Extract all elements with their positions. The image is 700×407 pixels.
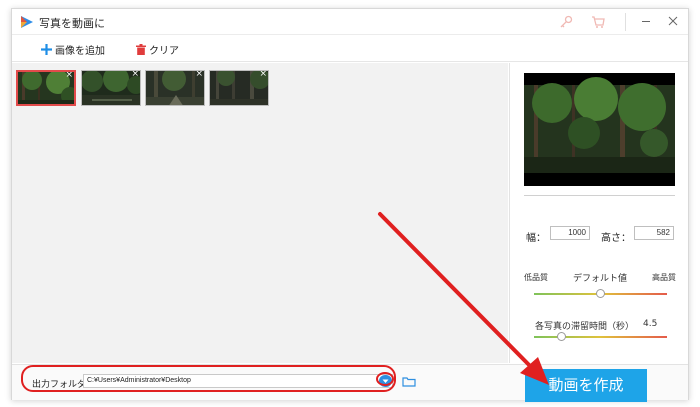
width-label: 幅： [526, 233, 546, 244]
quality-slider-handle[interactable] [596, 289, 605, 298]
window-title: 写真を動画に [39, 17, 105, 30]
preview-divider [524, 195, 675, 196]
trash-icon [136, 43, 146, 55]
quality-default-label: デフォルト値 [573, 274, 628, 284]
remove-thumbnail-icon[interactable]: × [131, 71, 139, 79]
remove-thumbnail-icon[interactable]: × [259, 71, 267, 79]
remove-thumbnail-icon[interactable]: × [195, 71, 203, 79]
output-path-field[interactable]: C:¥Users¥Administrator¥Desktop [83, 374, 393, 388]
height-input[interactable]: 582 [634, 226, 674, 240]
title-bar: 写真を動画に [12, 9, 688, 35]
clear-label: クリア [149, 45, 179, 57]
thumbnail[interactable]: × [209, 70, 269, 106]
quality-high-label: 高品質 [652, 273, 676, 282]
add-image-button[interactable]: 画像を追加 [41, 41, 105, 57]
toolbar: 画像を追加 クリア [12, 36, 688, 62]
duration-value: 4.5 [643, 319, 658, 329]
thumbnail[interactable]: × [16, 70, 76, 106]
app-logo-icon [21, 16, 33, 28]
remove-thumbnail-icon[interactable]: × [65, 72, 73, 80]
minimize-icon[interactable] [638, 13, 654, 29]
image-list-area[interactable]: × × × × [12, 63, 508, 363]
thumbnail[interactable]: × [145, 70, 205, 106]
preview-area [524, 73, 675, 186]
add-image-label: 画像を追加 [55, 45, 105, 57]
chevron-down-icon [382, 379, 389, 383]
height-label: 高さ： [601, 233, 631, 244]
folder-icon[interactable] [402, 376, 416, 387]
clear-button[interactable]: クリア [136, 41, 179, 57]
duration-slider-handle[interactable] [557, 332, 566, 341]
quality-low-label: 低品質 [524, 273, 548, 282]
thumbnail[interactable]: × [81, 70, 141, 106]
close-icon[interactable] [665, 13, 681, 29]
preview-image [524, 73, 675, 186]
duration-label: 各写真の滞留時間（秒） [535, 322, 635, 332]
app-window: 写真を動画に 画像を追加 クリア × × × × 幅： 1000 高さ： 582… [11, 8, 689, 402]
bottom-bar: 出力フォルダ： C:¥Users¥Administrator¥Desktop 動… [12, 364, 688, 402]
width-input[interactable]: 1000 [550, 226, 590, 240]
output-path-dropdown[interactable] [379, 375, 392, 387]
title-separator [625, 13, 626, 31]
create-video-button[interactable]: 動画を作成 [525, 369, 647, 402]
key-icon[interactable] [558, 14, 574, 30]
plus-icon [41, 43, 52, 55]
settings-panel: 幅： 1000 高さ： 582 低品質 デフォルト値 高品質 各写真の滞留時間（… [509, 63, 688, 363]
duration-slider-track[interactable] [534, 336, 667, 338]
cart-icon[interactable] [590, 14, 606, 30]
